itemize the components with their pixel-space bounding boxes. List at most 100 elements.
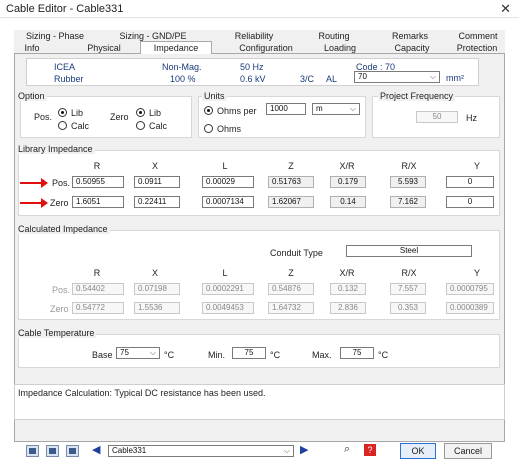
ok-button[interactable]: OK	[400, 443, 436, 459]
length-input[interactable]: 1000	[266, 103, 306, 115]
lib-col-y: Y	[473, 161, 480, 171]
project-frequency-label: Project Frequency	[378, 91, 456, 101]
tab-impedance[interactable]: Impedance	[140, 41, 212, 54]
lib-pos-l[interactable]: 0.00029	[202, 176, 254, 188]
tab-comment[interactable]: Comment	[448, 30, 508, 42]
binoculars-icon[interactable]: ⌕	[344, 443, 350, 456]
min-temp-input[interactable]: 75	[232, 347, 266, 359]
tab-configuration[interactable]: Configuration	[228, 42, 304, 54]
calc-zero-z: 1.64732	[268, 302, 314, 314]
info-frequency: 50 Hz	[240, 62, 264, 72]
lib-col-x: X	[151, 161, 158, 171]
help-icon[interactable]: ?	[364, 444, 376, 456]
lib-zero-rx: 7.162	[390, 196, 426, 208]
calc-pos-rx: 7.557	[390, 283, 426, 295]
min-temp-unit: °C	[270, 350, 281, 360]
tab-loading[interactable]: Loading	[314, 42, 366, 54]
lib-pos-rx: 5.593	[390, 176, 426, 188]
tab-reliability[interactable]: Reliability	[214, 30, 294, 42]
info-material: AL	[326, 74, 338, 84]
tab-sizing-phase[interactable]: Sizing - Phase	[20, 30, 90, 42]
base-temp-value: 75	[120, 348, 129, 357]
calc-pos-l: 0.0002291	[202, 283, 254, 295]
conduit-type-field[interactable]: Steel	[346, 245, 472, 257]
pos-calc-label: Calc	[71, 121, 90, 131]
lib-zero-l[interactable]: 0.0007134	[202, 196, 254, 208]
lib-col-rx: R/X	[401, 161, 417, 171]
lib-zero-xr: 0.14	[330, 196, 366, 208]
max-temp-label: Max.	[312, 350, 332, 360]
calc-col-l: L	[222, 268, 228, 278]
base-temp-select[interactable]: 75 ⌵	[116, 347, 160, 359]
lib-pos-x[interactable]: 0.0911	[134, 176, 180, 188]
previous-arrow-icon[interactable]: ◀	[92, 443, 100, 456]
cable-select[interactable]: Cable331 ⌵	[108, 445, 294, 457]
tab-info[interactable]: Info	[14, 42, 50, 54]
lib-pos-y[interactable]: 0	[446, 176, 494, 188]
pos-calc-radio[interactable]	[58, 121, 67, 130]
tab-physical[interactable]: Physical	[74, 42, 134, 54]
lib-col-xr: X/R	[339, 161, 355, 171]
lib-zero-r[interactable]: 1.6051	[72, 196, 124, 208]
base-temp-unit: °C	[164, 350, 175, 360]
close-icon[interactable]: ✕	[500, 1, 511, 17]
chevron-down-icon: ⌵	[149, 348, 156, 357]
tab-protection[interactable]: Protection	[446, 42, 508, 54]
cancel-button[interactable]: Cancel	[444, 443, 492, 459]
pos-lib-radio[interactable]	[58, 108, 67, 117]
lib-zero-label: Zero	[50, 198, 69, 208]
calc-col-y: Y	[473, 268, 480, 278]
conduit-type-label: Conduit Type	[270, 248, 323, 258]
calculated-impedance-label: Calculated Impedance	[16, 224, 110, 234]
size-select[interactable]: 70 ⌵	[354, 71, 440, 83]
info-conductors: 3/C	[300, 74, 315, 84]
tab-remarks[interactable]: Remarks	[378, 30, 442, 42]
ohms-per-label: Ohms per	[217, 106, 257, 116]
zero-calc-label: Calc	[149, 121, 168, 131]
length-unit-select[interactable]: m ⌵	[312, 103, 360, 115]
next-arrow-icon[interactable]: ▶	[300, 443, 308, 456]
calc-pos-x: 0.07198	[134, 283, 180, 295]
lib-col-r: R	[93, 161, 101, 171]
min-temp-label: Min.	[208, 350, 226, 360]
max-temp-input[interactable]: 75	[340, 347, 374, 359]
tab-routing[interactable]: Routing	[304, 30, 364, 42]
copy-icon[interactable]	[66, 445, 79, 457]
ohms-per-radio[interactable]	[204, 106, 213, 115]
info-magnetic: Non-Mag.	[162, 62, 202, 72]
calc-col-z: Z	[288, 268, 294, 278]
ohms-label: Ohms	[217, 124, 242, 134]
library-impedance-label: Library Impedance	[16, 144, 95, 154]
window-title: Cable Editor - Cable331	[6, 3, 124, 15]
lib-zero-x[interactable]: 0.22411	[134, 196, 180, 208]
info-insulation: Rubber	[54, 74, 84, 84]
print-icon[interactable]	[26, 445, 39, 457]
library-icon[interactable]	[46, 445, 59, 457]
units-group-label: Units	[202, 91, 227, 101]
calc-pos-xr: 0.132	[330, 283, 366, 295]
option-group-label: Option	[16, 91, 47, 101]
zero-calc-radio[interactable]	[136, 121, 145, 130]
lib-pos-r[interactable]: 0.50955	[72, 176, 124, 188]
project-frequency-unit: Hz	[466, 113, 477, 123]
ohms-radio[interactable]	[204, 124, 213, 133]
zero-arrow-icon	[20, 198, 48, 208]
tab-capacity[interactable]: Capacity	[384, 42, 440, 54]
zero-lib-label: Lib	[149, 108, 162, 118]
info-percent: 100 %	[170, 74, 196, 84]
cable-select-value: Cable331	[112, 446, 147, 455]
calc-zero-l: 0.0049453	[202, 302, 254, 314]
calc-zero-r: 0.54772	[72, 302, 124, 314]
calc-pos-label: Pos.	[52, 285, 71, 295]
option-zero-label: Zero	[110, 112, 129, 122]
zero-lib-radio[interactable]	[136, 108, 145, 117]
cable-temperature-label: Cable Temperature	[16, 328, 97, 338]
project-frequency-value: 50	[416, 111, 458, 123]
lib-col-l: L	[222, 161, 228, 171]
lib-zero-y[interactable]: 0	[446, 196, 494, 208]
status-message: Impedance Calculation: Typical DC resist…	[18, 388, 266, 398]
length-unit-value: m	[316, 104, 323, 113]
calc-col-x: X	[151, 268, 158, 278]
calc-zero-x: 1.5536	[134, 302, 180, 314]
chevron-down-icon: ⌵	[429, 72, 436, 81]
